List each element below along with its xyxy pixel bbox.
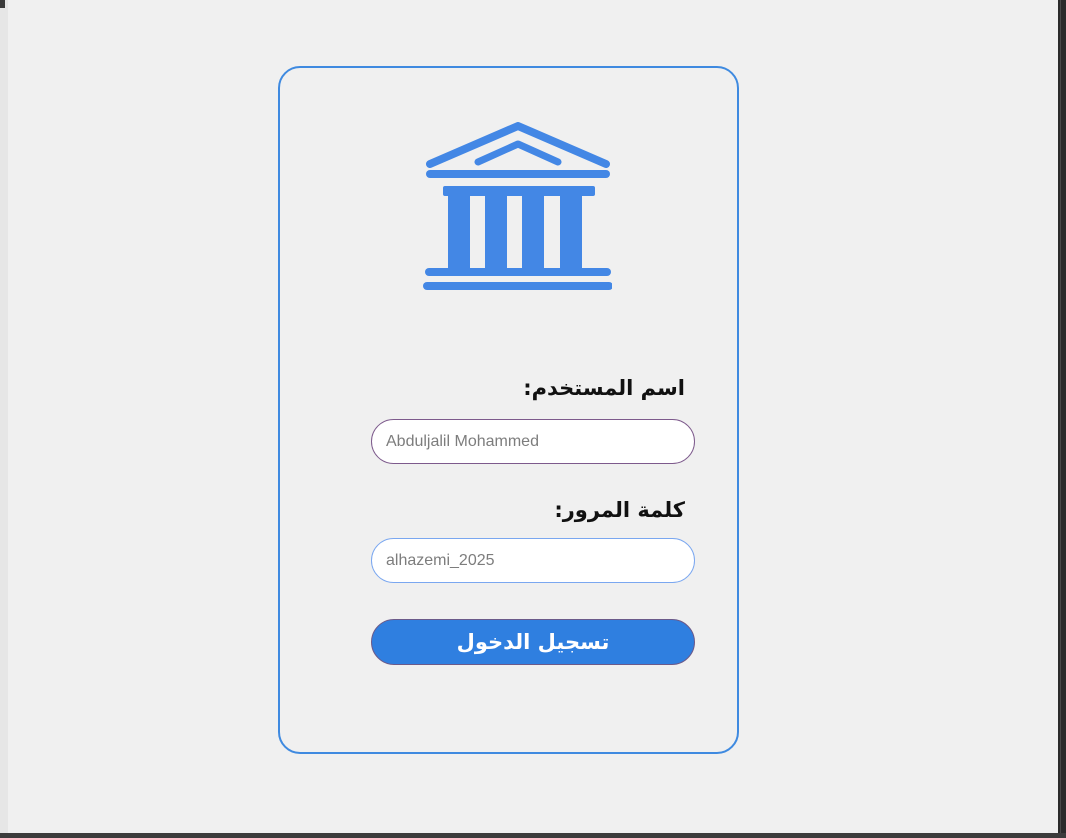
username-input[interactable]	[371, 419, 695, 464]
window-right-edge	[1058, 0, 1066, 838]
password-label: كلمة المرور:	[554, 498, 685, 522]
bank-building-icon	[423, 122, 612, 290]
login-button[interactable]: تسجيل الدخول	[371, 619, 695, 665]
login-card: اسم المستخدم: كلمة المرور: تسجيل الدخول	[278, 66, 739, 754]
password-input[interactable]	[371, 538, 695, 583]
window-right-border	[1060, 0, 1061, 838]
window-left-edge	[0, 0, 8, 838]
window-edge-notch	[0, 0, 5, 8]
username-label: اسم المستخدم:	[523, 376, 685, 400]
login-window: اسم المستخدم: كلمة المرور: تسجيل الدخول	[8, 0, 1058, 833]
taskbar-strip	[0, 833, 1066, 838]
